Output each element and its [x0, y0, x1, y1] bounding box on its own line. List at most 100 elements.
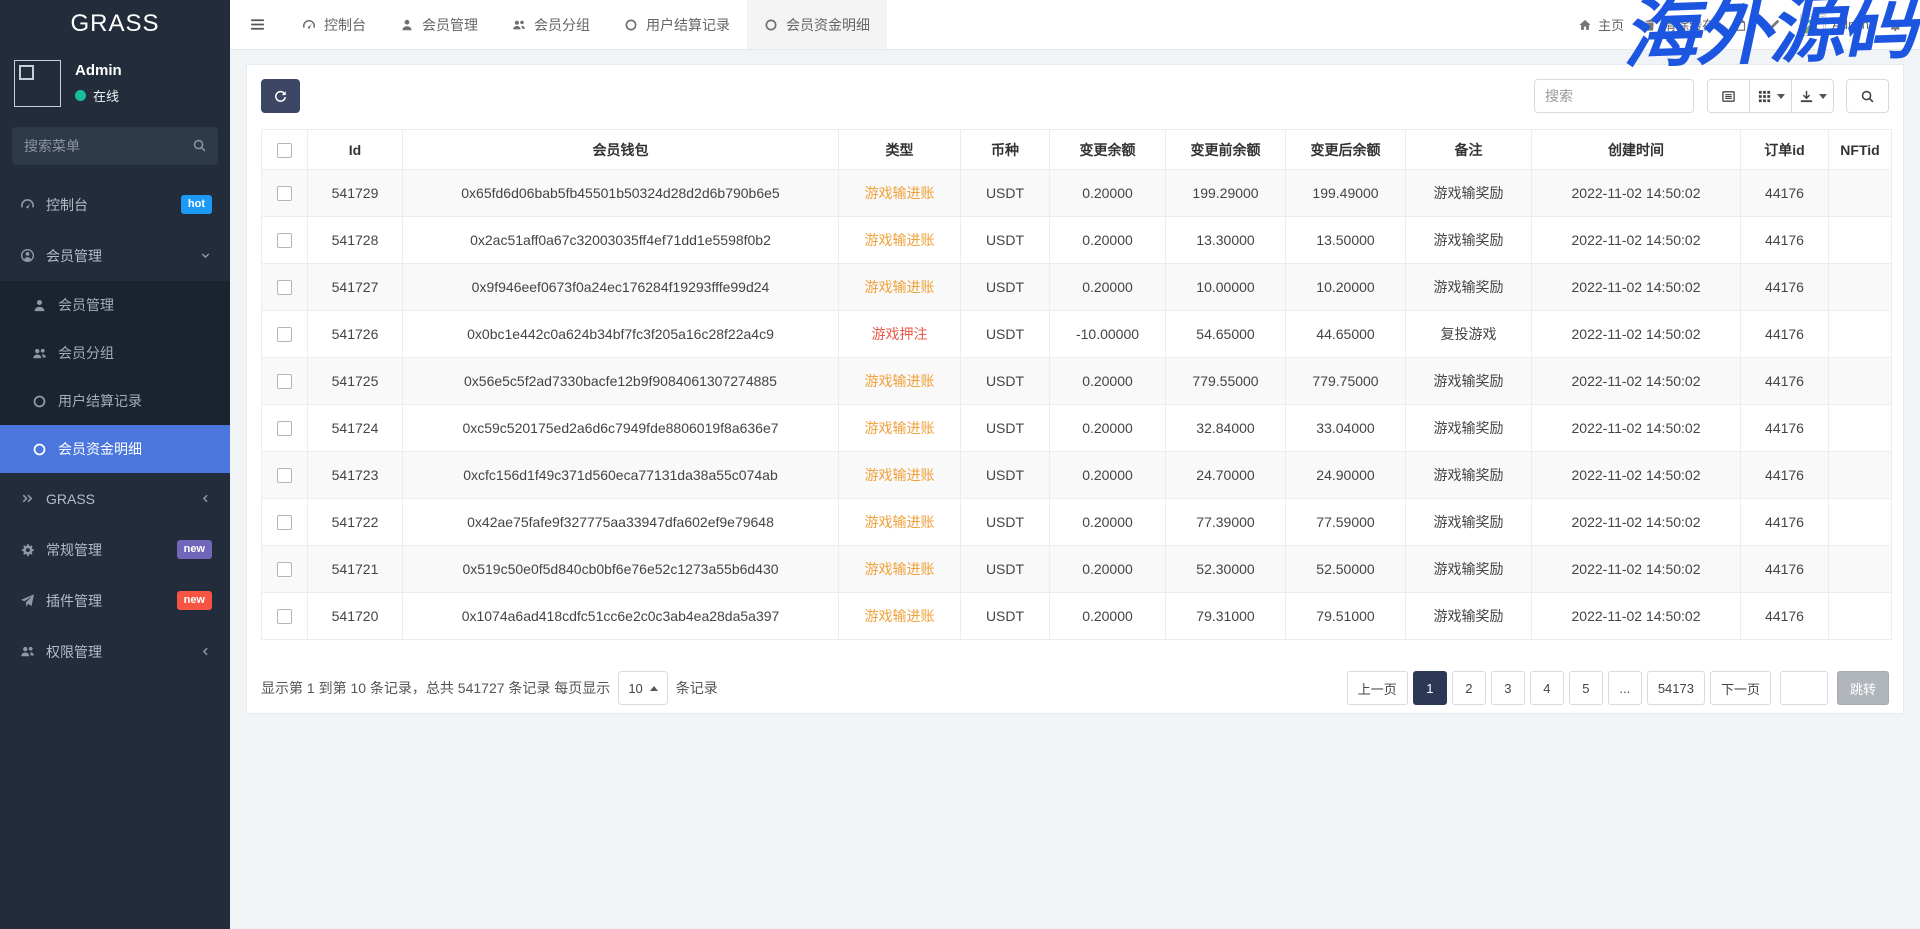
home-icon [1578, 18, 1592, 32]
sidebar-item-label: GRASS [46, 491, 95, 507]
column-header[interactable]: 会员钱包 [403, 130, 839, 170]
sidebar-item-addon-management[interactable]: 插件管理 new [0, 575, 230, 626]
column-header[interactable]: 变更后余额 [1286, 130, 1406, 170]
edit-button[interactable] [1767, 18, 1781, 32]
sidebar-item-dashboard[interactable]: 控制台 hot [0, 179, 230, 230]
export-button[interactable] [1791, 79, 1834, 113]
tab-label: 会员管理 [422, 15, 478, 35]
sidebar-item-permission-management[interactable]: 权限管理 [0, 626, 230, 677]
column-header[interactable]: Id [308, 130, 403, 170]
row-checkbox[interactable] [277, 374, 292, 389]
page-button[interactable]: 54173 [1647, 671, 1705, 705]
row-checkbox[interactable] [277, 280, 292, 295]
menu-search-input[interactable] [12, 127, 218, 165]
detail-view-button[interactable] [1707, 79, 1750, 113]
column-header[interactable]: 类型 [839, 130, 961, 170]
cell-remark: 游戏输奖励 [1406, 546, 1532, 593]
hamburger-icon [249, 16, 266, 33]
advanced-search-button[interactable] [1846, 79, 1889, 113]
cell-coin: USDT [961, 405, 1050, 452]
column-header[interactable]: 创建时间 [1532, 130, 1741, 170]
sidebar-toggle-button[interactable] [230, 0, 285, 49]
sidebar-item-grass[interactable]: GRASS [0, 473, 230, 524]
circle-icon [624, 18, 638, 32]
row-select-cell [262, 452, 308, 499]
row-checkbox[interactable] [277, 468, 292, 483]
column-header[interactable]: 币种 [961, 130, 1050, 170]
row-checkbox[interactable] [277, 515, 292, 530]
page-button[interactable]: 3 [1491, 671, 1525, 705]
row-checkbox[interactable] [277, 421, 292, 436]
sidebar-item-member-groups[interactable]: 会员分组 [0, 329, 230, 377]
column-header[interactable]: 备注 [1406, 130, 1532, 170]
row-checkbox[interactable] [277, 562, 292, 577]
sidebar-item-settlement-records[interactable]: 用户结算记录 [0, 377, 230, 425]
angles-right-icon [20, 491, 35, 506]
page-button[interactable]: 5 [1569, 671, 1603, 705]
cell-type: 游戏输进账 [839, 264, 961, 311]
cell-amount: 0.20000 [1050, 593, 1166, 640]
columns-button[interactable] [1749, 79, 1792, 113]
sidebar-item-label: 会员管理 [58, 295, 114, 315]
select-all-checkbox[interactable] [277, 143, 292, 158]
main-content: Id会员钱包类型币种变更余额变更前余额变更后余额备注创建时间订单idNFTid … [230, 50, 1920, 929]
column-header[interactable]: 变更余额 [1050, 130, 1166, 170]
row-checkbox[interactable] [277, 186, 292, 201]
tab-member-groups[interactable]: 会员分组 [495, 0, 607, 49]
row-checkbox[interactable] [277, 233, 292, 248]
table-search-input[interactable] [1534, 79, 1694, 113]
select-all-header [262, 130, 308, 170]
column-header[interactable]: NFTid [1829, 130, 1892, 170]
cell-amount: 0.20000 [1050, 499, 1166, 546]
cell-type: 游戏输进账 [839, 499, 961, 546]
user-icon [32, 298, 47, 313]
cell-coin: USDT [961, 217, 1050, 264]
column-header[interactable]: 订单id [1741, 130, 1829, 170]
cell-id: 541728 [308, 217, 403, 264]
jump-page-input[interactable] [1780, 671, 1828, 705]
topbar-right: 主页 清除缓存 Admin [1578, 0, 1920, 49]
tab-member-management[interactable]: 会员管理 [383, 0, 495, 49]
tab-settlement-records[interactable]: 用户结算记录 [607, 0, 747, 49]
sidebar-item-member-management[interactable]: 会员管理 [0, 230, 230, 281]
table-header-row: Id会员钱包类型币种变更余额变更前余额变更后余额备注创建时间订单idNFTid [262, 130, 1892, 170]
cell-wallet: 0x0bc1e442c0a624b34bf7fc3f205a16c28f22a4… [403, 311, 839, 358]
cell-after-balance: 33.04000 [1286, 405, 1406, 452]
page-button[interactable]: 1 [1413, 671, 1447, 705]
sidebar-menu: 控制台 hot 会员管理 会员管理 会员分组 用户结算记录 会员资金明细 [0, 179, 230, 677]
clear-cache-button[interactable]: 清除缓存 [1643, 15, 1715, 34]
user-menu[interactable]: Admin [1800, 14, 1869, 36]
tab-dashboard[interactable]: 控制台 [285, 0, 383, 49]
page-button[interactable]: 4 [1530, 671, 1564, 705]
sidebar-item-label: 常规管理 [46, 540, 102, 560]
sidebar-item-member-funds[interactable]: 会员资金明细 [0, 425, 230, 473]
jump-button[interactable]: 跳转 [1837, 671, 1889, 705]
row-checkbox[interactable] [277, 327, 292, 342]
tab-member-funds[interactable]: 会员资金明细 [747, 0, 887, 49]
sidebar-item-members[interactable]: 会员管理 [0, 281, 230, 329]
cell-order-id: 44176 [1741, 452, 1829, 499]
topbar: 控制台 会员管理 会员分组 用户结算记录 会员资金明细 主页 清除缓存 [230, 0, 1920, 50]
next-page-button[interactable]: 下一页 [1710, 671, 1771, 705]
column-header[interactable]: 变更前余额 [1166, 130, 1286, 170]
home-link[interactable]: 主页 [1578, 15, 1624, 34]
cell-wallet: 0x65fd6d06bab5fb45501b50324d28d2d6b790b6… [403, 170, 839, 217]
refresh-button[interactable] [261, 79, 300, 113]
search-icon [192, 138, 207, 153]
tab-label: 会员资金明细 [786, 15, 870, 35]
page-button[interactable]: 2 [1452, 671, 1486, 705]
prev-page-button[interactable]: 上一页 [1347, 671, 1408, 705]
cell-before-balance: 199.29000 [1166, 170, 1286, 217]
settings-button[interactable] [1888, 18, 1902, 32]
sidebar-item-general-settings[interactable]: 常规管理 new [0, 524, 230, 575]
cell-type: 游戏押注 [839, 311, 961, 358]
cell-amount: 0.20000 [1050, 452, 1166, 499]
page-size-value: 10 [628, 681, 642, 696]
file-button[interactable] [1734, 18, 1748, 32]
row-checkbox[interactable] [277, 609, 292, 624]
page-size-select[interactable]: 10 [618, 671, 667, 705]
page-button[interactable]: ... [1608, 671, 1642, 705]
cell-remark: 游戏输奖励 [1406, 217, 1532, 264]
cell-before-balance: 32.84000 [1166, 405, 1286, 452]
row-select-cell [262, 217, 308, 264]
